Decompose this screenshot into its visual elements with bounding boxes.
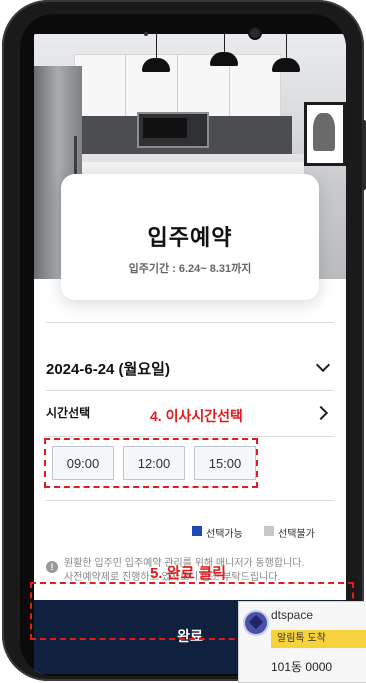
- available-swatch: [192, 526, 202, 536]
- step4-annotation: 4. 이사시간선택: [150, 408, 243, 424]
- title-card: 입주예약 입주기간 : 6.24~ 8.31까지: [61, 174, 319, 300]
- notification-app-name: dtspace: [271, 608, 314, 622]
- step5-annotation: 5. 완료 클릭: [150, 565, 227, 582]
- date-selector[interactable]: 2024-6-24 (월요일): [46, 352, 334, 382]
- pendant-lamp: [272, 58, 300, 72]
- time-slots-highlight: [44, 438, 258, 488]
- chevron-down-icon[interactable]: [315, 357, 331, 373]
- info-icon: !: [46, 561, 58, 573]
- unavailable-swatch: [264, 526, 274, 536]
- pendant-lamp: [210, 52, 238, 66]
- divider: [46, 322, 334, 323]
- app-screen: 입주예약 입주기간 : 6.24~ 8.31까지 2024-6-24 (월요일)…: [34, 34, 346, 674]
- notification-badge: 알림톡 도착: [271, 630, 366, 648]
- microwave: [137, 112, 209, 148]
- divider: [46, 390, 334, 391]
- chevron-right-icon[interactable]: [313, 405, 329, 421]
- unavailable-label: 선택불가: [278, 529, 315, 540]
- time-selector[interactable]: 시간선택 4. 이사시간선택: [46, 400, 334, 434]
- selected-date: 2024-6-24 (월요일): [46, 361, 170, 378]
- phone-bezel: 입주예약 입주기간 : 6.24~ 8.31까지 2024-6-24 (월요일)…: [20, 14, 346, 676]
- divider: [46, 500, 334, 501]
- phone-frame: 입주예약 입주기간 : 6.24~ 8.31까지 2024-6-24 (월요일)…: [2, 0, 366, 681]
- upper-cabinets: [74, 54, 281, 118]
- side-button: [362, 120, 366, 190]
- move-in-period: 입주기간 : 6.24~ 8.31까지: [128, 263, 252, 275]
- time-select-label: 시간선택: [46, 406, 91, 420]
- notification-popup[interactable]: dtspace 알림톡 도착 101동 0000: [238, 601, 366, 683]
- divider: [46, 436, 334, 437]
- pendant-lamp: [142, 58, 170, 72]
- page-title: 입주예약: [147, 225, 233, 250]
- available-label: 선택가능: [206, 529, 243, 540]
- countertop: [82, 154, 304, 162]
- availability-legend: 선택가능 선택불가: [184, 524, 334, 540]
- notification-body: 101동 0000: [271, 660, 333, 674]
- app-logo-icon: [243, 610, 269, 636]
- speaker: [144, 32, 148, 36]
- wall-art: [304, 102, 346, 166]
- front-camera: [250, 28, 260, 38]
